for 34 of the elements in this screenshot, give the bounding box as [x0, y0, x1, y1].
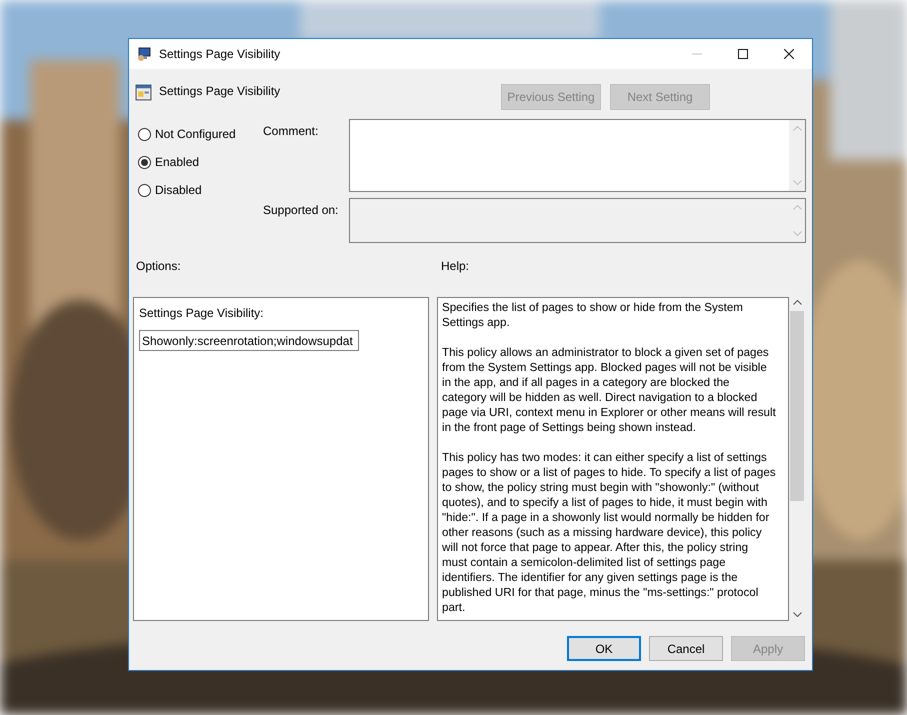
close-icon[interactable] [784, 49, 794, 59]
help-label: Help: [441, 259, 470, 275]
chevron-up-icon [792, 126, 802, 131]
radio-button[interactable] [138, 128, 151, 140]
help-paragraph: This policy has two modes: it can either specify a list of settings pages to show or a list of pages to hide. To specify a list of pages to show, the policy string must begin with "showonly:" (without quotes), and to specify a list of pages to hide, it must begin with "hide:". If a page in a showonly list would normally be hidden for other reasons (such as a missing hardware device), this policy will not force that page to appear. After this, the policy string must contain a semicolon-delimited list of settings page identifiers. The identifier for any given settings page is the published URI for that page, minus the "ms-settings:" protocol part. [442, 450, 776, 615]
chevron-down-icon[interactable] [792, 612, 802, 617]
radio-option[interactable]: Enabled [138, 155, 263, 169]
radio-label: Not Configured [155, 127, 236, 141]
comment-field[interactable] [349, 119, 806, 192]
computer-icon [137, 46, 153, 62]
radio-label: Enabled [155, 155, 200, 169]
chevron-down-icon [792, 231, 802, 236]
comment-label: Comment: [263, 123, 320, 140]
scrollbar-thumb[interactable] [790, 311, 804, 501]
help-paragraph: This policy allows an administrator to block a given set of pages from the System Settings app. Blocked pages will not be visible in the app, and if all pages in a category are blocked the category will be hidden as well. Direct navigation to a blocked page via URI, context menu in Explorer or other means will result in the front page of Settings being shown instead. [442, 345, 776, 435]
help-paragraph: Specifies the list of pages to show or hide from the System Settings app. [442, 300, 744, 330]
policy-icon [135, 84, 152, 101]
radio-button[interactable] [138, 184, 151, 196]
maximize-icon[interactable] [738, 49, 748, 59]
radio-button[interactable] [138, 156, 151, 168]
option-label: Settings Page Visibility: [139, 306, 265, 320]
supported-on-label: Supported on: [263, 202, 340, 219]
dialog-button[interactable]: Cancel [649, 636, 723, 661]
chevron-up-icon[interactable] [792, 300, 802, 305]
policy-title: Settings Page Visibility [159, 83, 282, 98]
radio-option[interactable]: Disabled [138, 183, 263, 197]
input-field[interactable]: Showonly:screenrotation;windowsupdat [139, 330, 359, 351]
window-title: Settings Page Visibility [159, 47, 282, 61]
options-label: Options: [135, 259, 182, 275]
radio-option[interactable]: Not Configured [138, 127, 263, 141]
chevron-up-icon [792, 205, 802, 210]
chevron-down-icon [792, 180, 802, 185]
dialog-button[interactable]: OK [567, 636, 641, 661]
radio-label: Disabled [155, 183, 202, 197]
